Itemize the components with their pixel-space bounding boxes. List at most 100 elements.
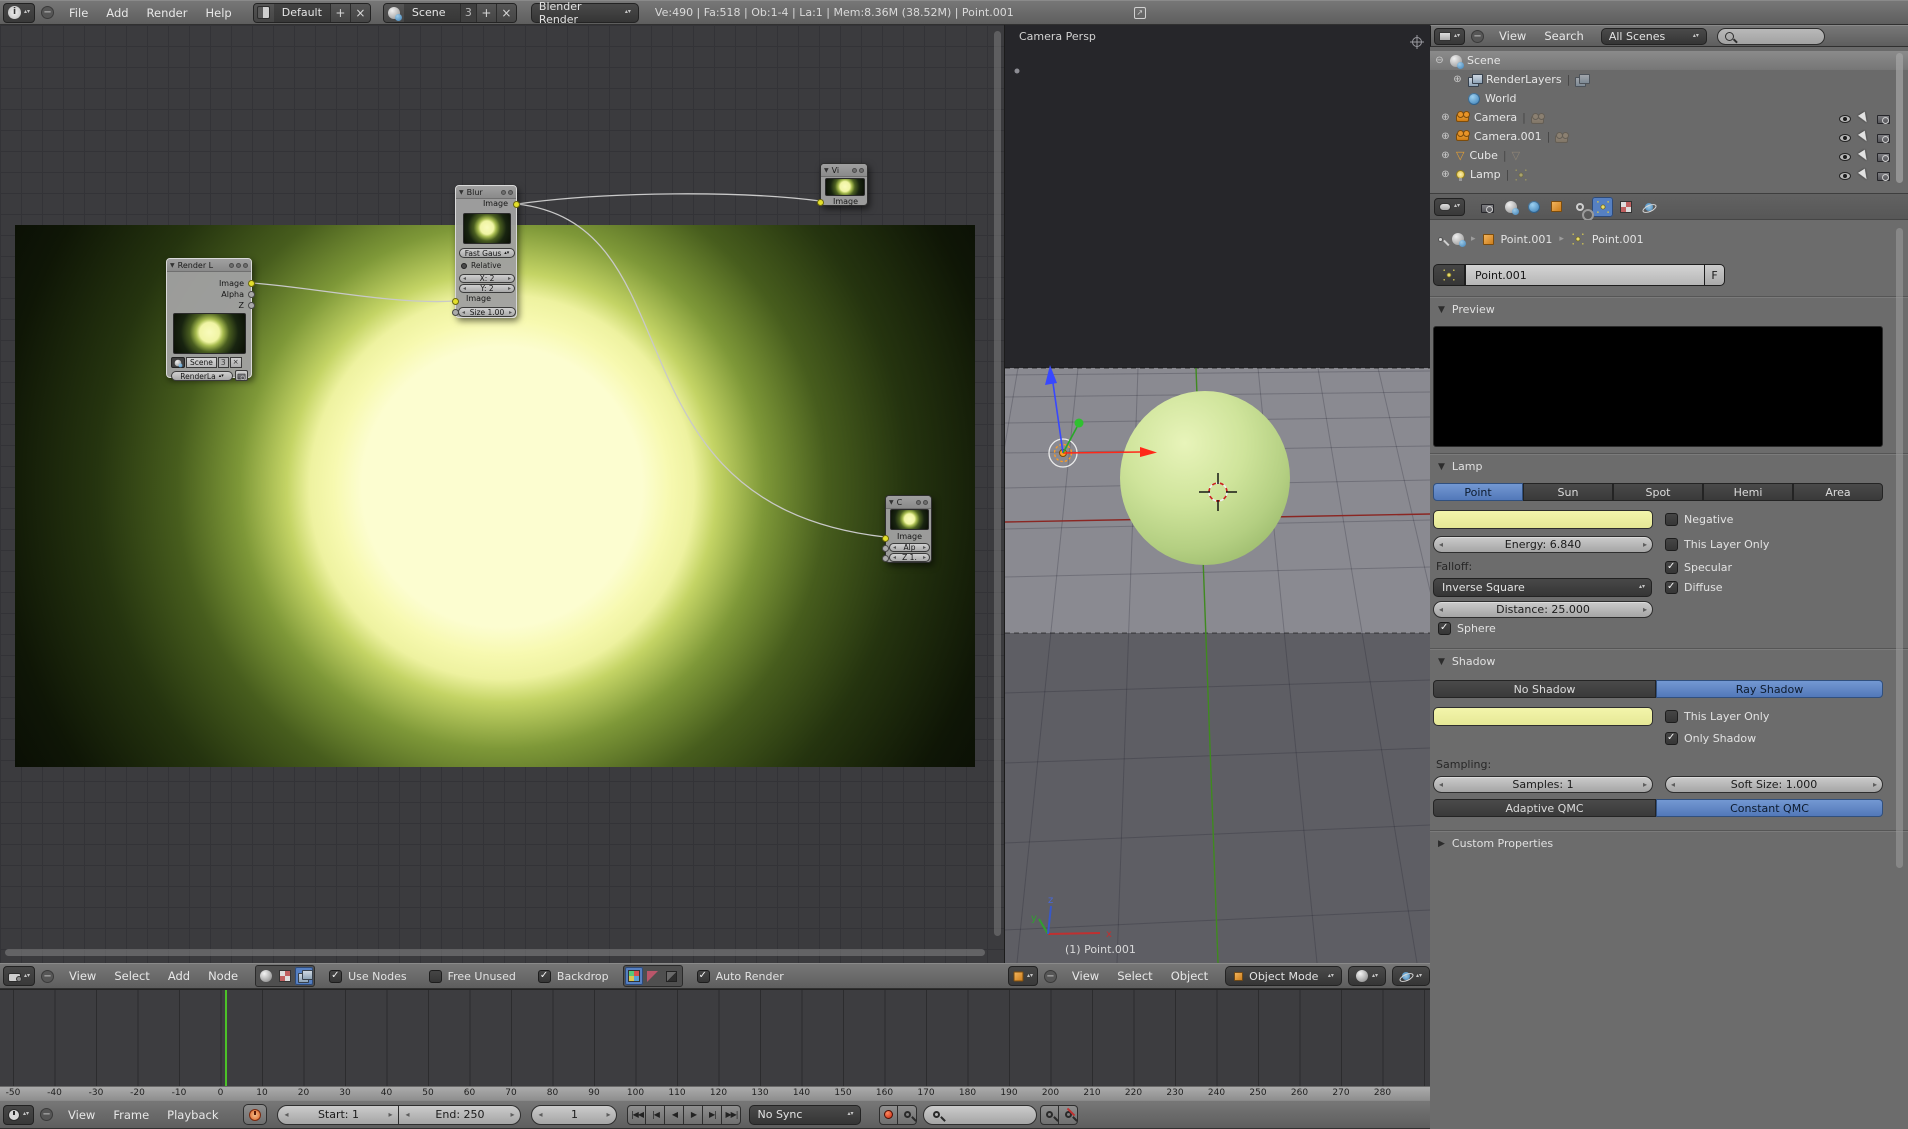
- socket-z-output[interactable]: [248, 302, 255, 309]
- outliner-item-cube[interactable]: ⊕ Cube |: [1430, 146, 1908, 165]
- add-scene-button[interactable]: +: [475, 3, 496, 22]
- menu-render[interactable]: Render: [138, 6, 197, 20]
- previous-keyframe-button[interactable]: |◀: [646, 1104, 666, 1125]
- socket-alpha-output[interactable]: [248, 291, 255, 298]
- close-icon[interactable]: ×: [229, 357, 242, 368]
- collapse-menus-button[interactable]: −: [41, 6, 55, 19]
- collapse-icon[interactable]: ▼: [459, 189, 464, 196]
- lamp-type-spot-button[interactable]: Spot: [1613, 483, 1703, 501]
- jump-to-end-button[interactable]: ▶▶|: [722, 1104, 742, 1125]
- breadcrumb-data[interactable]: Point.001: [1592, 233, 1644, 246]
- menu-frame[interactable]: Frame: [104, 1108, 158, 1122]
- menu-view[interactable]: View: [59, 1108, 104, 1122]
- tab-render[interactable]: [1477, 197, 1498, 217]
- panel-header-lamp[interactable]: ▼ Lamp: [1438, 460, 1483, 473]
- size-field[interactable]: ◂ Size 1.00 ▸: [458, 307, 516, 317]
- filter-type-dropdown[interactable]: Fast Gaus ▴▾: [459, 248, 515, 258]
- panel-header-preview[interactable]: ▼ Preview: [1438, 303, 1495, 316]
- delete-layout-button[interactable]: ×: [349, 3, 370, 22]
- screen-layout-name[interactable]: Default: [274, 6, 330, 19]
- collapse-icon[interactable]: ▼: [889, 499, 894, 506]
- record-button[interactable]: [879, 1104, 899, 1125]
- menu-file[interactable]: File: [60, 6, 97, 20]
- scrollbar-vertical[interactable]: [994, 31, 1001, 936]
- energy-slider[interactable]: ◂ Energy: 6.840 ▸: [1433, 536, 1653, 553]
- node-editor[interactable]: ▼ Render L Image Alpha Z Scene 3 × Render…: [0, 25, 1005, 963]
- socket-image-input[interactable]: [817, 199, 824, 206]
- outliner-item-renderlayers[interactable]: ⊕ RenderLayers |: [1430, 70, 1908, 89]
- editor-type-selector[interactable]: i ▴▾: [3, 2, 36, 23]
- editor-type-selector[interactable]: ▴▾: [3, 966, 36, 986]
- scene-browse-button[interactable]: [383, 3, 404, 22]
- menu-help[interactable]: Help: [197, 6, 241, 20]
- auto-render-checkbox[interactable]: [696, 969, 710, 983]
- menu-add[interactable]: Add: [159, 969, 199, 983]
- display-filter-dropdown[interactable]: All Scenes ▴▾: [1600, 27, 1707, 45]
- negative-checkbox[interactable]: [1665, 513, 1678, 526]
- node-composite[interactable]: ▼ C Image ◂ Alp ▸ ◂ Z 1. ▸: [882, 495, 932, 563]
- sync-dropdown[interactable]: No Sync ▴▾: [749, 1104, 862, 1125]
- next-keyframe-button[interactable]: ▶|: [703, 1104, 723, 1125]
- render-button[interactable]: [235, 370, 248, 381]
- tab-physics[interactable]: [1638, 197, 1659, 217]
- item-label[interactable]: RenderLayers: [1486, 73, 1562, 86]
- renderable-camera-icon[interactable]: [1877, 114, 1890, 124]
- render-engine-dropdown[interactable]: Blender Render ▴▾: [530, 0, 639, 26]
- backdrop-rgba-icon[interactable]: [624, 967, 643, 985]
- editor-type-selector[interactable]: ▴▾: [1434, 27, 1466, 45]
- menu-select[interactable]: Select: [1108, 969, 1161, 983]
- tab-texture[interactable]: [1615, 197, 1636, 217]
- outliner-item-camera[interactable]: ⊕ Camera |: [1430, 108, 1908, 127]
- tab-world[interactable]: [1523, 197, 1544, 217]
- menu-view[interactable]: View: [1063, 969, 1108, 983]
- item-label[interactable]: Lamp: [1470, 168, 1501, 181]
- blur-x-field[interactable]: ◂ X: 2 ▸: [459, 274, 515, 283]
- z-field[interactable]: ◂ Z 1. ▸: [889, 553, 930, 562]
- scrollbar-horizontal[interactable]: [5, 949, 985, 956]
- outliner-tree[interactable]: ⊖ Scene ⊕ RenderLayers | World ⊕ Camera …: [1430, 47, 1908, 193]
- viewport-shading-dropdown[interactable]: ▴▾: [1347, 966, 1386, 986]
- item-label[interactable]: Camera: [1474, 111, 1517, 124]
- jump-to-start-button[interactable]: |◀◀: [627, 1104, 647, 1125]
- datablock-name-input[interactable]: Point.001: [1465, 264, 1705, 286]
- sphere-checkbox[interactable]: [1438, 622, 1451, 635]
- socket-image-input[interactable]: [452, 298, 459, 305]
- tab-object[interactable]: [1546, 197, 1567, 217]
- lamp-this-layer-only-checkbox[interactable]: [1665, 538, 1678, 551]
- collapse-menus-button[interactable]: −: [1044, 969, 1057, 983]
- window-icon[interactable]: ↗: [1133, 6, 1146, 19]
- current-frame-line[interactable]: [225, 990, 227, 1087]
- timeline-ruler[interactable]: -50 -40 -30 -20 -10 0 10 20 30 40 50 60 70 80 90 100 110…: [0, 1086, 1430, 1100]
- node-header[interactable]: ▼ C: [886, 496, 931, 509]
- renderable-camera-icon[interactable]: [1877, 171, 1890, 181]
- node-viewer[interactable]: ▼ Vi Image: [817, 163, 868, 206]
- item-label[interactable]: Camera.001: [1474, 130, 1542, 143]
- only-shadow-checkbox[interactable]: [1665, 732, 1678, 745]
- menu-node[interactable]: Node: [199, 969, 247, 983]
- shadow-color-swatch[interactable]: [1433, 707, 1653, 726]
- node-header[interactable]: ▼ Vi: [821, 164, 867, 177]
- outliner-item-lamp[interactable]: ⊕ Lamp |: [1430, 165, 1908, 184]
- backdrop-alpha-icon[interactable]: [663, 967, 681, 985]
- scene-selector[interactable]: Scene 3 + ×: [382, 2, 517, 23]
- shadow-this-layer-only-checkbox[interactable]: [1665, 710, 1678, 723]
- pin-icon[interactable]: [1438, 236, 1443, 242]
- delete-keyframe-button[interactable]: [1059, 1104, 1079, 1125]
- shader-nodes-icon[interactable]: [257, 967, 275, 985]
- screen-layout-selector[interactable]: Default + ×: [252, 2, 371, 23]
- play-button[interactable]: ▶: [684, 1104, 704, 1125]
- collapse-icon[interactable]: ⊖: [1434, 55, 1445, 66]
- expand-icon[interactable]: ⊕: [1440, 112, 1451, 123]
- keying-mode-button[interactable]: [898, 1104, 918, 1125]
- falloff-dropdown[interactable]: Inverse Square ▴▾: [1433, 578, 1652, 597]
- samples-slider[interactable]: ◂ Samples: 1 ▸: [1433, 776, 1653, 793]
- collapse-menus-button[interactable]: −: [41, 969, 55, 983]
- tab-scene[interactable]: [1500, 197, 1521, 217]
- outliner-item-camera-001[interactable]: ⊕ Camera.001 |: [1430, 127, 1908, 146]
- menu-playback[interactable]: Playback: [158, 1108, 227, 1122]
- alpha-field[interactable]: ◂ Alp ▸: [889, 543, 930, 552]
- mode-dropdown[interactable]: Object Mode ▴▾: [1225, 966, 1342, 986]
- menu-search[interactable]: Search: [1535, 29, 1593, 43]
- collapse-icon[interactable]: ▼: [170, 262, 175, 269]
- fake-user-button[interactable]: F: [1705, 264, 1725, 286]
